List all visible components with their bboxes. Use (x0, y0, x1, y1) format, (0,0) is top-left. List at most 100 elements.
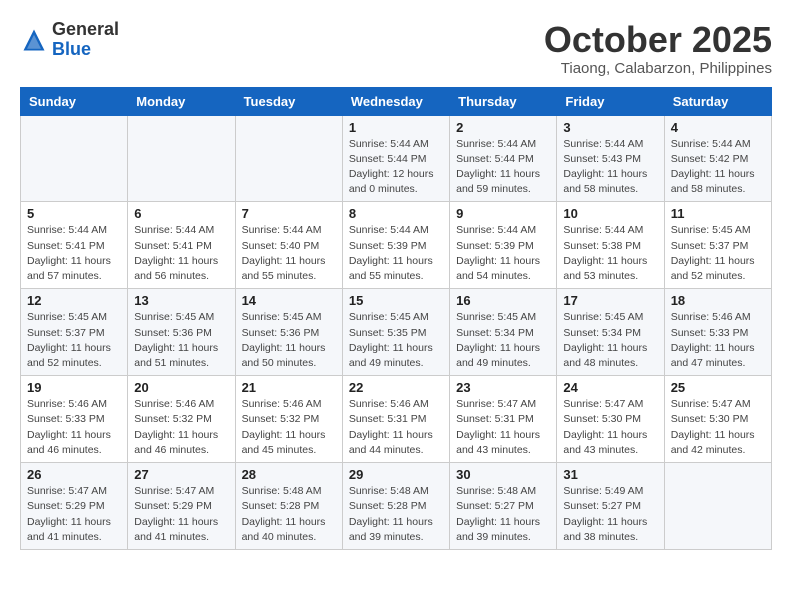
day-info: Sunrise: 5:46 AMSunset: 5:32 PMDaylight:… (134, 397, 228, 458)
weekday-header-thursday: Thursday (450, 87, 557, 115)
day-info: Sunrise: 5:47 AMSunset: 5:30 PMDaylight:… (563, 397, 657, 458)
calendar-cell: 21 Sunrise: 5:46 AMSunset: 5:32 PMDayligh… (235, 376, 342, 463)
calendar-cell (21, 115, 128, 202)
calendar-cell: 3Sunrise: 5:44 AMSunset: 5:43 PMDaylight… (557, 115, 664, 202)
page-header: General Blue October 2025 Tiaong, Calaba… (20, 20, 772, 77)
day-number: 15 (349, 293, 443, 308)
day-info: Sunrise: 5:44 AMSunset: 5:39 PMDaylight:… (456, 223, 550, 284)
calendar-cell: 18 Sunrise: 5:46 AMSunset: 5:33 PMDayligh… (664, 289, 771, 376)
day-number: 21 (242, 380, 336, 395)
day-info: Sunrise: 5:48 AMSunset: 5:27 PMDaylight:… (456, 484, 550, 545)
calendar-week-5: 26 Sunrise: 5:47 AMSunset: 5:29 PMDayligh… (21, 463, 772, 550)
logo-general-text: General (52, 19, 119, 39)
calendar-week-2: 5 Sunrise: 5:44 AMSunset: 5:41 PMDaylight… (21, 202, 772, 289)
day-info: Sunrise: 5:45 AMSunset: 5:37 PMDaylight:… (27, 310, 121, 371)
calendar-cell (128, 115, 235, 202)
day-info: Sunrise: 5:46 AMSunset: 5:33 PMDaylight:… (27, 397, 121, 458)
day-number: 13 (134, 293, 228, 308)
calendar-cell: 14 Sunrise: 5:45 AMSunset: 5:36 PMDayligh… (235, 289, 342, 376)
weekday-header-tuesday: Tuesday (235, 87, 342, 115)
day-number: 28 (242, 467, 336, 482)
day-number: 30 (456, 467, 550, 482)
calendar-cell: 6 Sunrise: 5:44 AMSunset: 5:41 PMDaylight… (128, 202, 235, 289)
day-info: Sunrise: 5:48 AMSunset: 5:28 PMDaylight:… (242, 484, 336, 545)
day-info: Sunrise: 5:44 AMSunset: 5:42 PMDaylight:… (671, 137, 765, 198)
day-info: Sunrise: 5:45 AMSunset: 5:34 PMDaylight:… (456, 310, 550, 371)
calendar-cell (235, 115, 342, 202)
day-info: Sunrise: 5:46 AMSunset: 5:32 PMDaylight:… (242, 397, 336, 458)
calendar-cell: 12Sunrise: 5:45 AMSunset: 5:37 PMDayligh… (21, 289, 128, 376)
calendar-cell: 9Sunrise: 5:44 AMSunset: 5:39 PMDaylight… (450, 202, 557, 289)
calendar-cell: 10 Sunrise: 5:44 AMSunset: 5:38 PMDayligh… (557, 202, 664, 289)
day-number: 7 (242, 206, 336, 221)
calendar-cell: 2 Sunrise: 5:44 AMSunset: 5:44 PMDaylight… (450, 115, 557, 202)
day-info: Sunrise: 5:44 AMSunset: 5:40 PMDaylight:… (242, 223, 336, 284)
day-number: 22 (349, 380, 443, 395)
day-info: Sunrise: 5:44 AMSunset: 5:41 PMDaylight:… (27, 223, 121, 284)
day-info: Sunrise: 5:47 AMSunset: 5:29 PMDaylight:… (134, 484, 228, 545)
logo-icon (20, 26, 48, 54)
calendar-cell: 7 Sunrise: 5:44 AMSunset: 5:40 PMDaylight… (235, 202, 342, 289)
day-info: Sunrise: 5:49 AMSunset: 5:27 PMDaylight:… (563, 484, 657, 545)
day-info: Sunrise: 5:47 AMSunset: 5:29 PMDaylight:… (27, 484, 121, 545)
day-number: 18 (671, 293, 765, 308)
day-info: Sunrise: 5:47 AMSunset: 5:31 PMDaylight:… (456, 397, 550, 458)
day-info: Sunrise: 5:44 AMSunset: 5:39 PMDaylight:… (349, 223, 443, 284)
calendar-cell: 19 Sunrise: 5:46 AMSunset: 5:33 PMDayligh… (21, 376, 128, 463)
day-number: 24 (563, 380, 657, 395)
day-number: 19 (27, 380, 121, 395)
calendar-cell: 8Sunrise: 5:44 AMSunset: 5:39 PMDaylight… (342, 202, 449, 289)
day-info: Sunrise: 5:45 AMSunset: 5:36 PMDaylight:… (242, 310, 336, 371)
calendar-cell: 5 Sunrise: 5:44 AMSunset: 5:41 PMDaylight… (21, 202, 128, 289)
day-number: 1 (349, 120, 443, 135)
day-info: Sunrise: 5:45 AMSunset: 5:35 PMDaylight:… (349, 310, 443, 371)
day-info: Sunrise: 5:44 AMSunset: 5:44 PMDaylight:… (349, 137, 443, 198)
calendar-header: SundayMondayTuesdayWednesdayThursdayFrid… (21, 87, 772, 115)
calendar-cell: 25 Sunrise: 5:47 AMSunset: 5:30 PMDayligh… (664, 376, 771, 463)
month-title: October 2025 (544, 20, 772, 60)
calendar-cell: 13 Sunrise: 5:45 AMSunset: 5:36 PMDayligh… (128, 289, 235, 376)
calendar-cell: 4Sunrise: 5:44 AMSunset: 5:42 PMDaylight… (664, 115, 771, 202)
day-info: Sunrise: 5:47 AMSunset: 5:30 PMDaylight:… (671, 397, 765, 458)
day-number: 14 (242, 293, 336, 308)
day-number: 2 (456, 120, 550, 135)
day-number: 17 (563, 293, 657, 308)
calendar-cell: 15 Sunrise: 5:45 AMSunset: 5:35 PMDayligh… (342, 289, 449, 376)
weekday-header-sunday: Sunday (21, 87, 128, 115)
calendar-cell: 31 Sunrise: 5:49 AMSunset: 5:27 PMDayligh… (557, 463, 664, 550)
day-number: 11 (671, 206, 765, 221)
location-title: Tiaong, Calabarzon, Philippines (544, 60, 772, 77)
day-info: Sunrise: 5:45 AMSunset: 5:36 PMDaylight:… (134, 310, 228, 371)
day-info: Sunrise: 5:48 AMSunset: 5:28 PMDaylight:… (349, 484, 443, 545)
day-info: Sunrise: 5:44 AMSunset: 5:41 PMDaylight:… (134, 223, 228, 284)
day-info: Sunrise: 5:44 AMSunset: 5:44 PMDaylight:… (456, 137, 550, 198)
calendar-cell: 16Sunrise: 5:45 AMSunset: 5:34 PMDayligh… (450, 289, 557, 376)
day-info: Sunrise: 5:44 AMSunset: 5:38 PMDaylight:… (563, 223, 657, 284)
day-number: 10 (563, 206, 657, 221)
day-info: Sunrise: 5:45 AMSunset: 5:37 PMDaylight:… (671, 223, 765, 284)
day-number: 25 (671, 380, 765, 395)
title-section: October 2025 Tiaong, Calabarzon, Philipp… (544, 20, 772, 77)
day-number: 6 (134, 206, 228, 221)
calendar-cell: 1 Sunrise: 5:44 AMSunset: 5:44 PMDaylight… (342, 115, 449, 202)
day-number: 26 (27, 467, 121, 482)
day-number: 23 (456, 380, 550, 395)
logo: General Blue (20, 20, 119, 60)
day-info: Sunrise: 5:45 AMSunset: 5:34 PMDaylight:… (563, 310, 657, 371)
calendar-cell: 23 Sunrise: 5:47 AMSunset: 5:31 PMDayligh… (450, 376, 557, 463)
calendar-cell: 28 Sunrise: 5:48 AMSunset: 5:28 PMDayligh… (235, 463, 342, 550)
calendar-cell: 20 Sunrise: 5:46 AMSunset: 5:32 PMDayligh… (128, 376, 235, 463)
calendar-week-1: 1 Sunrise: 5:44 AMSunset: 5:44 PMDaylight… (21, 115, 772, 202)
calendar-week-4: 19 Sunrise: 5:46 AMSunset: 5:33 PMDayligh… (21, 376, 772, 463)
day-number: 20 (134, 380, 228, 395)
day-info: Sunrise: 5:46 AMSunset: 5:33 PMDaylight:… (671, 310, 765, 371)
logo-blue-text: Blue (52, 39, 91, 59)
calendar-cell: 11 Sunrise: 5:45 AMSunset: 5:37 PMDayligh… (664, 202, 771, 289)
weekday-header-wednesday: Wednesday (342, 87, 449, 115)
calendar-cell: 30 Sunrise: 5:48 AMSunset: 5:27 PMDayligh… (450, 463, 557, 550)
weekday-header-friday: Friday (557, 87, 664, 115)
day-number: 31 (563, 467, 657, 482)
day-number: 3 (563, 120, 657, 135)
day-number: 29 (349, 467, 443, 482)
day-number: 5 (27, 206, 121, 221)
